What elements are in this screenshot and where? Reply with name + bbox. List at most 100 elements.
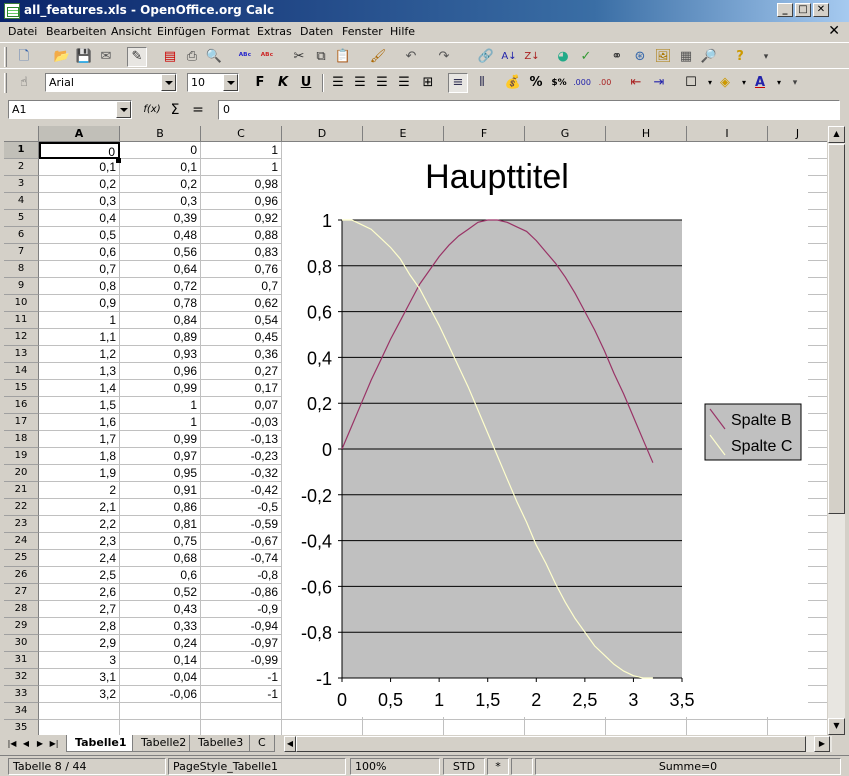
- grid-cell[interactable]: 1,9: [39, 465, 120, 482]
- grid-cell[interactable]: 0,81: [120, 516, 201, 533]
- grid-cell[interactable]: 0,3: [39, 193, 120, 210]
- grid-cell[interactable]: -1: [201, 686, 282, 703]
- scroll-up-icon[interactable]: ▲: [828, 126, 845, 143]
- grid-cell[interactable]: 0,17: [201, 380, 282, 397]
- show-draw-functions-icon[interactable]: ✓: [576, 47, 596, 67]
- column-header-e[interactable]: E: [363, 126, 444, 142]
- grid-cell[interactable]: 0,2: [39, 176, 120, 193]
- zoom-icon[interactable]: 🔎: [699, 47, 719, 67]
- row-header[interactable]: 10: [4, 295, 39, 312]
- function-icon[interactable]: =: [188, 100, 208, 120]
- row-header[interactable]: 2: [4, 159, 39, 176]
- increase-indent-icon[interactable]: ⇥: [649, 73, 669, 93]
- decrease-indent-icon[interactable]: ⇤: [626, 73, 646, 93]
- grid-cell[interactable]: [201, 703, 282, 720]
- grid-cell[interactable]: 2,1: [39, 499, 120, 516]
- fill-handle[interactable]: [116, 158, 121, 163]
- font-name-combo[interactable]: Arial: [45, 73, 177, 92]
- menu-format[interactable]: Format: [211, 25, 250, 38]
- styles-formatting-icon[interactable]: ☝: [14, 73, 34, 93]
- grid-cell[interactable]: 0,91: [120, 482, 201, 499]
- grid-cell[interactable]: 0,45: [201, 329, 282, 346]
- align-left-icon[interactable]: ☰: [328, 73, 348, 93]
- row-header[interactable]: 18: [4, 431, 39, 448]
- column-header-d[interactable]: D: [282, 126, 363, 142]
- grid-cell[interactable]: -0,67: [201, 533, 282, 550]
- grid-cell[interactable]: 0,78: [120, 295, 201, 312]
- align-center-icon[interactable]: ☰: [350, 73, 370, 93]
- grid-cell[interactable]: 0,92: [201, 210, 282, 227]
- column-header-g[interactable]: G: [525, 126, 606, 142]
- row-header[interactable]: 34: [4, 703, 39, 720]
- grid-cell[interactable]: 0,99: [120, 431, 201, 448]
- chevron-down-icon[interactable]: [116, 101, 131, 118]
- percent-format-icon[interactable]: %: [526, 73, 546, 93]
- chevron-down-icon[interactable]: [161, 74, 176, 91]
- scroll-left-icon[interactable]: ◀: [284, 736, 296, 752]
- scroll-down-icon[interactable]: ▼: [828, 718, 845, 735]
- horizontal-scrollbar[interactable]: ◀ ▶: [284, 736, 832, 752]
- row-header[interactable]: 35: [4, 720, 39, 735]
- grid-cell[interactable]: 0,64: [120, 261, 201, 278]
- active-cell[interactable]: 0: [39, 142, 120, 159]
- row-header[interactable]: 21: [4, 482, 39, 499]
- row-header[interactable]: 20: [4, 465, 39, 482]
- grid-cell[interactable]: 2,5: [39, 567, 120, 584]
- grid-cell[interactable]: [606, 720, 687, 735]
- column-header-f[interactable]: F: [444, 126, 525, 142]
- menu-bearbeiten[interactable]: Bearbeiten: [46, 25, 106, 38]
- grid-cell[interactable]: [120, 720, 201, 735]
- italic-button[interactable]: K: [273, 73, 293, 93]
- save-icon[interactable]: 💾: [74, 47, 94, 67]
- grid-cell[interactable]: 0,27: [201, 363, 282, 380]
- function-wizard-icon[interactable]: f(x): [142, 100, 162, 120]
- row-header[interactable]: 24: [4, 533, 39, 550]
- row-header[interactable]: 15: [4, 380, 39, 397]
- grid-cell[interactable]: [525, 720, 606, 735]
- row-header[interactable]: 9: [4, 278, 39, 295]
- vertical-scrollbar[interactable]: ▲ ▼: [828, 126, 845, 735]
- grid-cell[interactable]: -0,06: [120, 686, 201, 703]
- open-folder-icon[interactable]: 📂: [52, 47, 72, 67]
- grid-cell[interactable]: 0,43: [120, 601, 201, 618]
- grid-cell[interactable]: 2,8: [39, 618, 120, 635]
- column-header-h[interactable]: H: [606, 126, 687, 142]
- navigator-icon[interactable]: ⊛: [630, 47, 650, 67]
- row-header[interactable]: 22: [4, 499, 39, 516]
- grid-cell[interactable]: 0,56: [120, 244, 201, 261]
- grid-cell[interactable]: 0,75: [120, 533, 201, 550]
- grid-cell[interactable]: 0: [120, 142, 201, 159]
- menu-hilfe[interactable]: Hilfe: [390, 25, 415, 38]
- row-header[interactable]: 3: [4, 176, 39, 193]
- grid-cell[interactable]: 0,99: [120, 380, 201, 397]
- grid-cell[interactable]: [687, 720, 768, 735]
- grid-cell[interactable]: 0,36: [201, 346, 282, 363]
- grid-cell[interactable]: 0,86: [120, 499, 201, 516]
- page-style-status[interactable]: PageStyle_Tabelle1: [168, 758, 346, 775]
- grid-cell[interactable]: -0,03: [201, 414, 282, 431]
- maximize-button[interactable]: □: [795, 3, 811, 17]
- grid-cell[interactable]: 2,9: [39, 635, 120, 652]
- row-header[interactable]: 23: [4, 516, 39, 533]
- grid-cell[interactable]: 0,84: [120, 312, 201, 329]
- grid-cell[interactable]: 1: [39, 312, 120, 329]
- menu-extras[interactable]: Extras: [257, 25, 292, 38]
- grid-cell[interactable]: 0,7: [39, 261, 120, 278]
- justify-icon[interactable]: ☰: [394, 73, 414, 93]
- email-icon[interactable]: ✉: [96, 47, 116, 67]
- column-header-i[interactable]: I: [687, 126, 768, 142]
- grid-cell[interactable]: -0,23: [201, 448, 282, 465]
- grid-cell[interactable]: 0,95: [120, 465, 201, 482]
- grid-cell[interactable]: 1: [120, 414, 201, 431]
- grid-cell[interactable]: 0,52: [120, 584, 201, 601]
- autospellcheck-icon[interactable]: ᴬᴮᶜ: [257, 47, 277, 67]
- toolbar-grip[interactable]: [4, 47, 7, 67]
- row-header[interactable]: 26: [4, 567, 39, 584]
- row-header[interactable]: 12: [4, 329, 39, 346]
- grid-cell[interactable]: 0,6: [120, 567, 201, 584]
- grid-cell[interactable]: 2,7: [39, 601, 120, 618]
- hyperlink-icon[interactable]: 🔗: [476, 47, 496, 67]
- export-pdf-icon[interactable]: ▤: [160, 47, 180, 67]
- grid-cell[interactable]: [201, 720, 282, 735]
- grid-cell[interactable]: [768, 720, 827, 735]
